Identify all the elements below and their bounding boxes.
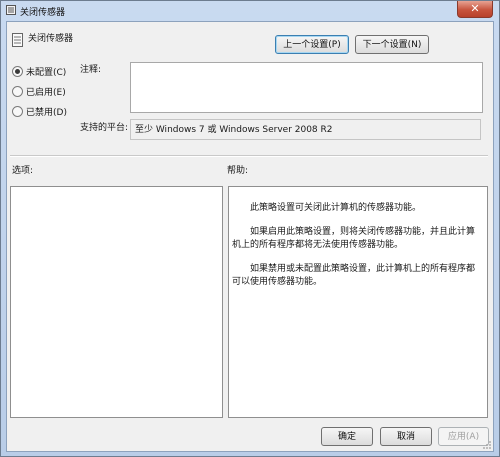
help-paragraph: 此策略设置可关闭此计算机的传感器功能。: [250, 203, 422, 213]
help-label: 帮助:: [227, 166, 249, 176]
comment-textarea[interactable]: [130, 62, 483, 113]
supported-platform-label: 支持的平台:: [80, 123, 129, 133]
radio-label: 已启用(E): [26, 88, 66, 98]
options-panel: [10, 186, 223, 418]
help-panel: 此策略设置可关闭此计算机的传感器功能。 如果启用此策略设置，则将关闭传感器功能，…: [228, 186, 488, 418]
next-setting-button[interactable]: 下一个设置(N): [355, 35, 429, 54]
previous-setting-button[interactable]: 上一个设置(P): [275, 35, 349, 54]
help-paragraph: 如果禁用或未配置此策略设置，此计算机上的所有程序都可以使用传感器功能。: [232, 263, 476, 288]
resize-grip-icon[interactable]: [482, 440, 492, 450]
help-paragraph: 如果启用此策略设置，则将关闭传感器功能，并且此计算机上的所有程序都将无法使用传感…: [232, 226, 476, 251]
close-icon: ✕: [470, 2, 480, 15]
radio-label: 未配置(C): [26, 68, 67, 78]
options-label: 选项:: [12, 166, 34, 176]
close-button[interactable]: ✕: [457, 1, 493, 18]
radio-label: 已禁用(D): [26, 108, 67, 118]
help-text: 此策略设置可关闭此计算机的传感器功能。 如果启用此策略设置，则将关闭传感器功能，…: [232, 202, 482, 300]
policy-dialog-window: 关闭传感器 ✕ 关闭传感器 上一个设置(P) 下一个设置(N) 未配置(C) 已…: [0, 0, 500, 457]
setting-page-icon: [12, 33, 23, 47]
supported-platform-value: 至少 Windows 7 或 Windows Server 2008 R2: [130, 119, 481, 140]
title-bar[interactable]: 关闭传感器 ✕: [1, 1, 499, 20]
section-divider: [10, 155, 488, 157]
comment-label: 注释:: [80, 65, 102, 75]
policy-setting-icon: [6, 5, 16, 15]
dialog-client-area: 关闭传感器 上一个设置(P) 下一个设置(N) 未配置(C) 已启用(E) 已禁…: [6, 21, 494, 452]
cancel-button[interactable]: 取消: [380, 427, 432, 446]
radio-button[interactable]: [12, 106, 23, 117]
ok-button[interactable]: 确定: [321, 427, 373, 446]
setting-name: 关闭传感器: [28, 34, 74, 44]
radio-button[interactable]: [12, 66, 23, 77]
window-title: 关闭传感器: [20, 8, 66, 18]
radio-button[interactable]: [12, 86, 23, 97]
